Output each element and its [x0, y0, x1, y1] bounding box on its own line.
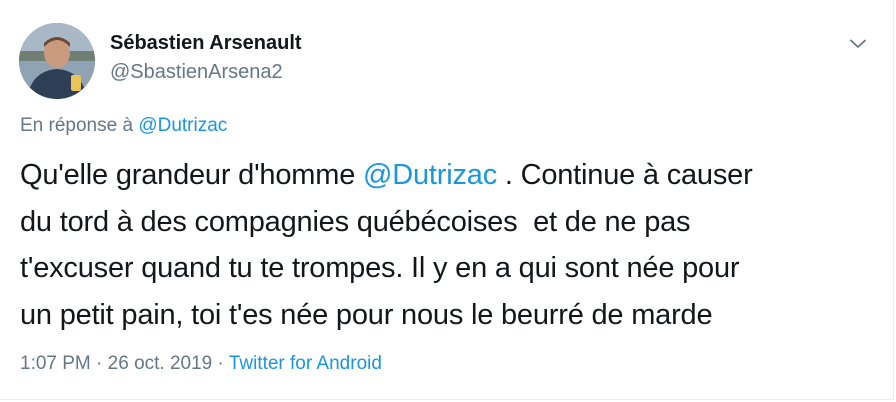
tweet-meta: 1:07 PM · 26 oct. 2019 · Twitter for And…	[20, 353, 382, 375]
author-name[interactable]: Sébastien Arsenault	[110, 32, 302, 55]
tweet-card: Sébastien Arsenault @SbastienArsena2 En …	[0, 0, 894, 400]
tweet-text: Qu'elle grandeur d'homme @Dutrizac . Con…	[20, 152, 870, 338]
reply-prefix: En réponse à	[20, 115, 134, 136]
author-handle[interactable]: @SbastienArsena2	[110, 61, 283, 84]
meta-separator: ·	[212, 353, 229, 374]
tweet-source-link[interactable]: Twitter for Android	[229, 353, 382, 374]
tweet-text-line1-start: Qu'elle grandeur d'homme	[20, 159, 363, 191]
tweet-text-line2: du tord à des compagnies québécoises et …	[20, 205, 691, 238]
avatar-photo	[19, 23, 95, 99]
reply-mention-link[interactable]: @Dutrizac	[138, 115, 227, 136]
avatar[interactable]	[19, 23, 95, 99]
tweet-text-line1-end: . Continue à causer	[497, 159, 753, 191]
tweet-text-line3: t'excuser quand tu te trompes. Il y en a…	[20, 252, 740, 284]
chevron-down-icon[interactable]	[846, 32, 870, 56]
tweet-time[interactable]: 1:07 PM	[20, 353, 91, 374]
tweet-mention-link[interactable]: @Dutrizac	[363, 159, 497, 191]
reply-context: En réponse à @Dutrizac	[20, 115, 227, 137]
tweet-date[interactable]: 26 oct. 2019	[108, 353, 213, 374]
meta-separator: ·	[90, 353, 108, 374]
tweet-text-line4: un petit pain, toi t'es née pour nous le…	[20, 298, 713, 331]
